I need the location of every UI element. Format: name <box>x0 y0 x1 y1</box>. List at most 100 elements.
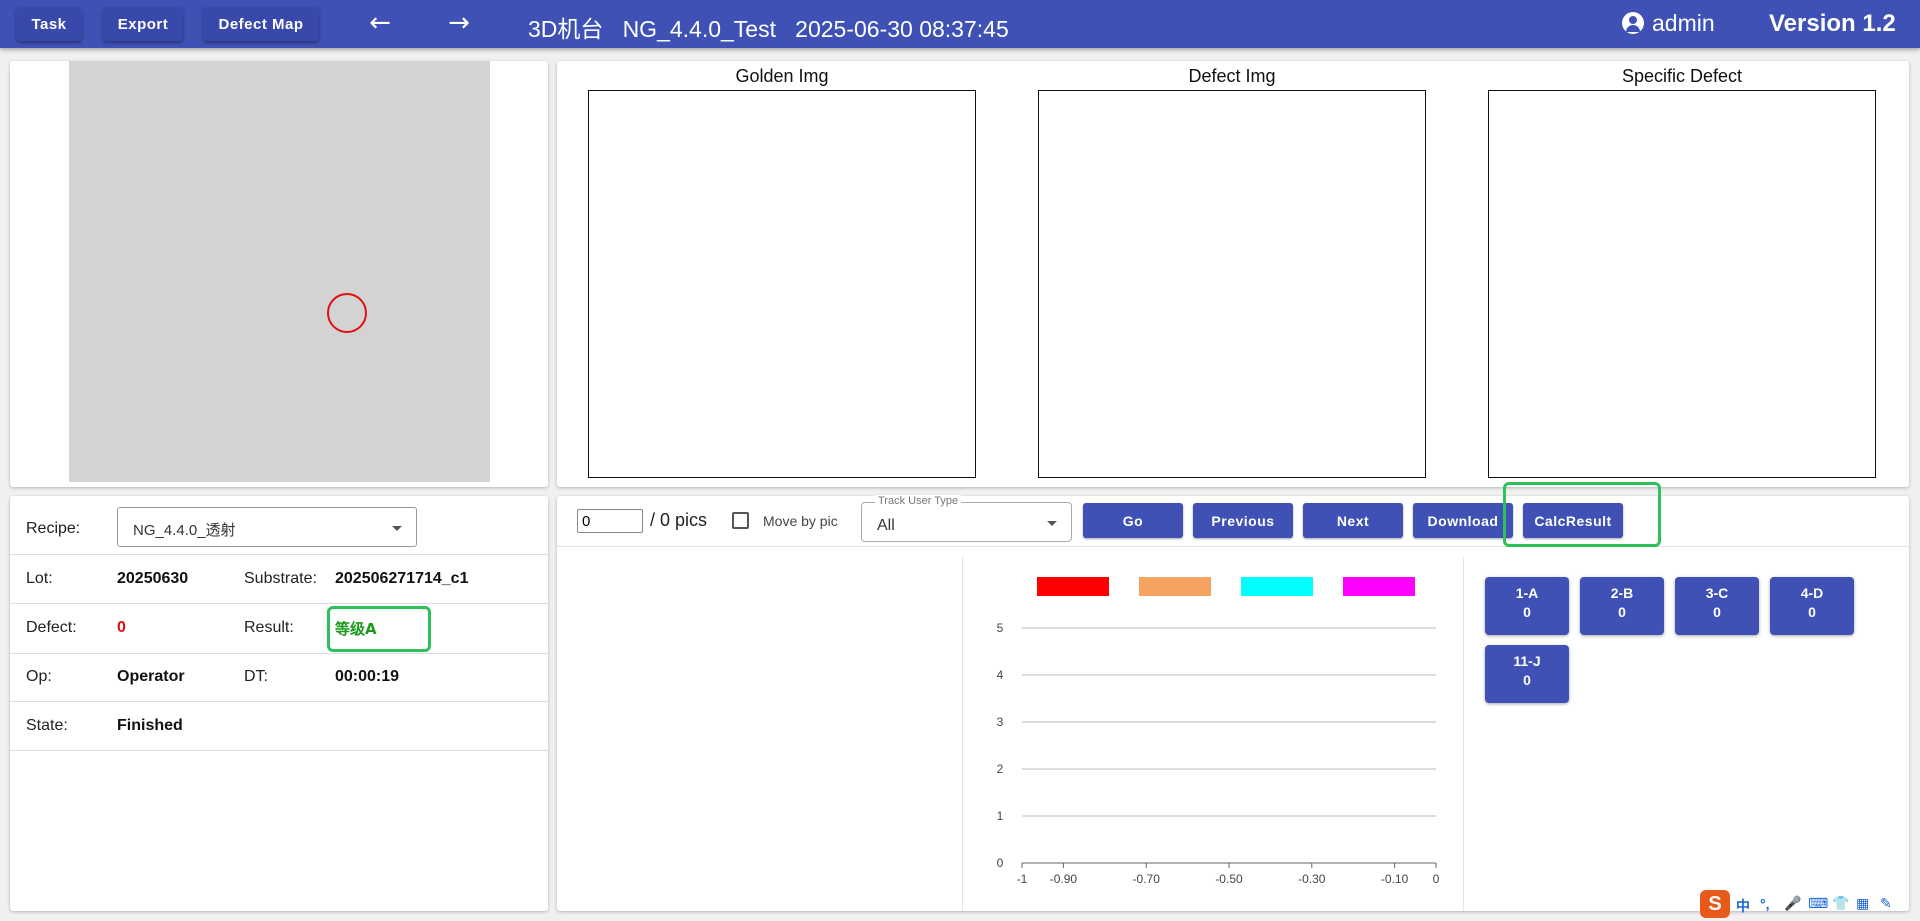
category-button-3c[interactable]: 3-C 0 <box>1675 577 1759 635</box>
calc-result-highlight <box>1503 482 1661 547</box>
specific-defect-image-box <box>1488 90 1876 478</box>
lot-value: 20250630 <box>117 570 189 587</box>
ime-toolbar[interactable]: S 中 °, 🎤 ⌨ 👕 ▦ ✎ <box>1700 890 1915 920</box>
specific-defect-title: Specific Defect <box>1621 66 1743 86</box>
category-button-2b[interactable]: 2-B 0 <box>1580 577 1664 635</box>
go-button[interactable]: Go <box>1083 503 1183 538</box>
x-tick-label: -0.90 <box>1050 872 1078 886</box>
track-user-type-value: All <box>877 517 895 534</box>
category-count: 0 <box>1808 604 1816 620</box>
defect-image-box <box>1038 90 1426 478</box>
forward-arrow-icon[interactable]: → <box>444 9 474 39</box>
move-by-pic-checkbox[interactable] <box>732 512 749 529</box>
sogou-ime-icon[interactable]: S <box>1700 890 1730 918</box>
dt-value: 00:00:19 <box>335 668 400 685</box>
category-name: 1-A <box>1515 585 1539 601</box>
category-count: 0 <box>1713 604 1721 620</box>
x-tick-label: -1 <box>1017 872 1028 886</box>
top-app-bar: Task Export Defect Map ← → 3D机台 NG_4.4.0… <box>0 0 1920 48</box>
category-button-4d[interactable]: 4-D 0 <box>1770 577 1854 635</box>
dt-label: DT: <box>244 668 268 685</box>
op-label: Op: <box>26 668 52 685</box>
page-title: 3D机台 NG_4.4.0_Test 2025-06-30 08:37:45 <box>528 16 1009 42</box>
x-tick-label: 0 <box>1433 872 1440 886</box>
legend-swatch <box>1139 577 1211 596</box>
more-icon[interactable]: ✎ <box>1880 896 1892 912</box>
y-tick-label: 1 <box>997 809 1004 823</box>
previous-button[interactable]: Previous <box>1193 503 1293 538</box>
category-count: 0 <box>1523 604 1531 620</box>
x-tick-label: -0.50 <box>1215 872 1243 886</box>
dropdown-caret-icon <box>392 526 402 531</box>
pic-index-input[interactable] <box>577 509 643 533</box>
defect-label: Defect: <box>26 619 77 636</box>
recipe-select[interactable]: NG_4.4.0_透射 <box>117 507 417 547</box>
skin-icon[interactable]: 👕 <box>1832 896 1849 912</box>
defect-chart: 0 1 2 3 4 5 -1 -0.90 -0.70 -0.50 -0.30 -0.10 0 <box>997 577 1440 886</box>
microphone-icon[interactable]: 🎤 <box>1784 896 1801 912</box>
track-user-type-select[interactable]: Track User Type All <box>861 495 1072 542</box>
info-panel <box>10 496 548 911</box>
legend-swatch <box>1241 577 1313 596</box>
pic-total-label: / 0 pics <box>650 510 708 530</box>
account-circle-icon <box>1622 12 1644 34</box>
category-button-11j[interactable]: 11-J 0 <box>1485 645 1569 703</box>
pane-divider <box>1463 557 1464 911</box>
result-value: 等级A <box>335 620 377 638</box>
punctuation-icon[interactable]: °, <box>1760 896 1770 912</box>
row-divider <box>10 603 548 604</box>
golden-img-title: Golden Img <box>735 66 829 86</box>
state-value: Finished <box>117 717 183 734</box>
y-tick-label: 2 <box>997 762 1004 776</box>
legend-swatch <box>1343 577 1415 596</box>
category-name: 3-C <box>1705 585 1729 601</box>
recipe-value: NG_4.4.0_透射 <box>133 522 236 539</box>
toolbar-divider <box>557 546 1909 547</box>
substrate-value: 202506271714_c1 <box>335 570 469 587</box>
row-divider <box>10 701 548 702</box>
row-divider <box>10 653 548 654</box>
category-button-1a[interactable]: 1-A 0 <box>1485 577 1569 635</box>
wafer-map[interactable] <box>69 61 490 482</box>
legend-swatch <box>1037 577 1109 596</box>
export-button[interactable]: Export <box>103 7 183 41</box>
keyboard-icon[interactable]: ⌨ <box>1808 896 1828 912</box>
defect-count: 0 <box>117 619 126 636</box>
category-name: 2-B <box>1610 585 1634 601</box>
category-count: 0 <box>1618 604 1626 620</box>
lot-label: Lot: <box>26 570 53 587</box>
y-tick-label: 5 <box>997 621 1004 635</box>
golden-image-box <box>588 90 976 478</box>
y-tick-label: 0 <box>997 856 1004 870</box>
download-button[interactable]: Download <box>1413 503 1513 538</box>
defect-img-title: Defect Img <box>1188 66 1276 86</box>
defect-map-button[interactable]: Defect Map <box>203 7 319 41</box>
y-tick-label: 4 <box>997 668 1004 682</box>
category-name: 11-J <box>1513 653 1541 669</box>
next-button[interactable]: Next <box>1303 503 1403 538</box>
recipe-label: Recipe: <box>26 520 81 537</box>
x-tick-label: -0.70 <box>1133 872 1161 886</box>
x-tick-label: -0.10 <box>1381 872 1409 886</box>
toolbox-icon[interactable]: ▦ <box>1856 896 1869 912</box>
substrate-label: Substrate: <box>244 570 317 587</box>
dropdown-caret-icon <box>1047 521 1057 526</box>
category-name: 4-D <box>1800 585 1824 601</box>
move-by-pic-label: Move by pic <box>763 513 838 529</box>
x-tick-label: -0.30 <box>1298 872 1326 886</box>
result-label: Result: <box>244 619 294 636</box>
task-button[interactable]: Task <box>16 7 82 41</box>
chinese-mode-icon[interactable]: 中 <box>1736 896 1750 916</box>
row-divider <box>10 554 548 555</box>
username: admin <box>1652 10 1715 36</box>
defect-marker-circle[interactable] <box>327 293 367 333</box>
user-menu[interactable]: admin <box>1622 10 1715 37</box>
row-divider <box>10 750 548 751</box>
category-count: 0 <box>1523 672 1531 688</box>
version-label: Version 1.2 <box>1769 10 1896 37</box>
op-value: Operator <box>117 668 185 685</box>
y-tick-label: 3 <box>997 715 1004 729</box>
state-label: State: <box>26 717 68 734</box>
track-user-type-label: Track User Type <box>875 495 962 507</box>
back-arrow-icon[interactable]: ← <box>365 9 395 39</box>
